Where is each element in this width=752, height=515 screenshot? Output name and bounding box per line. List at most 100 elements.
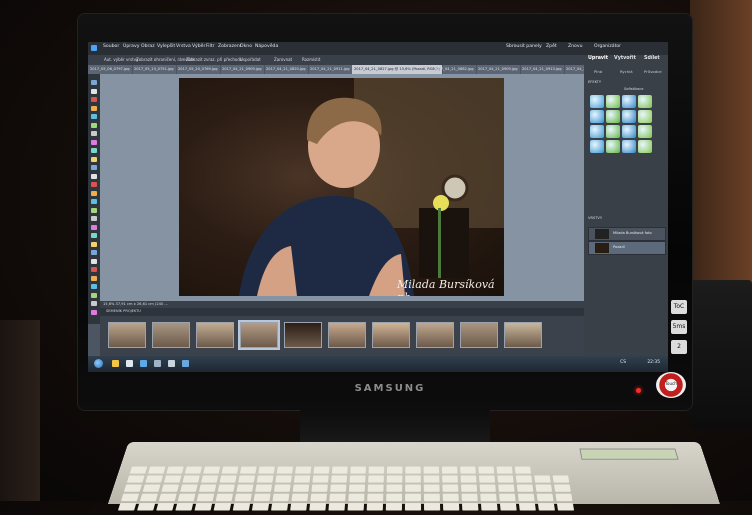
tool-icon[interactable] [91, 267, 97, 272]
tool-icon[interactable] [91, 182, 97, 187]
tool-icon[interactable] [91, 224, 97, 230]
file-tab[interactable]: 2017_04_21_0913.jpg [520, 65, 565, 74]
effect-thumbnail[interactable] [622, 110, 636, 123]
bin-thumbnail[interactable] [328, 322, 366, 348]
tool-icon[interactable] [91, 122, 97, 128]
menu-select[interactable]: Výběr [192, 44, 205, 49]
bin-thumbnail[interactable] [460, 322, 498, 348]
subtab-quick[interactable]: Rychlá [620, 69, 633, 74]
layer-background[interactable]: Pozadí [588, 241, 666, 255]
tool-icon[interactable] [91, 131, 97, 136]
tab-create[interactable]: Vytvořit [614, 56, 636, 61]
bin-thumbnail[interactable] [416, 322, 454, 348]
effect-thumbnail[interactable] [606, 110, 620, 123]
tool-icon[interactable] [91, 284, 97, 289]
effect-thumbnail[interactable] [590, 95, 604, 108]
bin-thumbnail[interactable] [196, 322, 234, 348]
effect-thumbnail[interactable] [638, 95, 652, 108]
tab-edit[interactable]: Upravit [588, 56, 608, 61]
tool-icon[interactable] [91, 216, 97, 221]
menu-panels[interactable]: Sbrousit panely [506, 44, 542, 49]
auto-select-option[interactable]: Aut. výběr vrstvy [104, 57, 138, 62]
tool-icon[interactable] [91, 258, 97, 264]
menu-file[interactable]: Soubor [103, 44, 119, 49]
tool-icon[interactable] [91, 275, 97, 281]
effects-dropdown[interactable]: Sofistikace [624, 87, 643, 91]
tool-icon[interactable] [91, 292, 97, 298]
effect-thumbnail[interactable] [638, 110, 652, 123]
effect-thumbnail[interactable] [606, 125, 620, 138]
tool-icon[interactable] [91, 139, 97, 145]
tool-icon[interactable] [91, 97, 97, 102]
tool-icon[interactable] [91, 309, 97, 315]
tool-icon[interactable] [91, 199, 97, 204]
menu-help[interactable]: Nápověda [255, 44, 278, 49]
effect-thumbnail[interactable] [590, 125, 604, 138]
tool-icon[interactable] [91, 241, 97, 247]
taskbar-app-icon[interactable] [154, 360, 161, 367]
menu-layer[interactable]: Vrstva [176, 44, 191, 49]
taskbar-app-icon[interactable] [126, 360, 133, 367]
file-tab[interactable]: 2017_04_21_0909.jpg [220, 65, 265, 74]
subtab-guided[interactable]: Průvodce [644, 69, 662, 74]
file-tab[interactable]: 2017_04_21_0909.jpg [476, 65, 521, 74]
distribute-option[interactable]: Rozmístit [302, 57, 321, 62]
taskbar-app-icon[interactable] [140, 360, 147, 367]
layer-text[interactable]: Milada Bursíková foto [588, 227, 666, 241]
effect-thumbnail[interactable] [638, 125, 652, 138]
tool-icon[interactable] [91, 114, 97, 119]
tab-share[interactable]: Sdílet [644, 56, 660, 61]
tool-icon[interactable] [91, 105, 97, 111]
menu-window[interactable]: Okno [240, 44, 252, 49]
bin-thumbnail[interactable] [372, 322, 410, 348]
arrange-option[interactable]: Uspořádat [240, 57, 261, 62]
tool-icon[interactable] [91, 156, 97, 162]
taskbar-app-icon[interactable] [182, 360, 189, 367]
tool-icon[interactable] [91, 190, 97, 196]
tool-icon[interactable] [91, 207, 97, 213]
effect-thumbnail[interactable] [606, 140, 620, 153]
file-tab[interactable]: 2017_05_13_0751.jpg [132, 65, 177, 74]
tool-icon[interactable] [91, 80, 97, 85]
bin-thumbnail[interactable] [238, 320, 280, 350]
menu-undo[interactable]: Zpět [546, 44, 557, 49]
bin-thumbnail[interactable] [152, 322, 190, 348]
portrait-photo[interactable]: Milada Bursíková ph. [179, 78, 504, 296]
bin-thumbnail[interactable] [284, 322, 322, 348]
tool-icon[interactable] [91, 88, 97, 94]
taskbar-app-icon[interactable] [168, 360, 175, 367]
effect-thumbnail[interactable] [622, 95, 636, 108]
effect-thumbnail[interactable] [606, 95, 620, 108]
menu-organizer[interactable]: Organizátor [594, 44, 621, 49]
language-indicator[interactable]: CS [620, 360, 626, 365]
tool-icon[interactable] [91, 301, 97, 306]
effect-thumbnail[interactable] [590, 140, 604, 153]
file-tab[interactable]: 2017_05_20_0769.jpg [176, 65, 221, 74]
bin-thumbnail[interactable] [504, 322, 542, 348]
tool-icon[interactable] [91, 165, 97, 170]
file-tab[interactable]: 2017_04_21_0820.jpg [264, 65, 309, 74]
taskbar-clock[interactable]: 22:35 [647, 360, 660, 365]
start-button-icon[interactable] [94, 359, 103, 368]
effect-thumbnail[interactable] [638, 140, 652, 153]
menu-edit[interactable]: Úpravy [123, 44, 139, 49]
show-highlight-option[interactable]: Zobrazit zvraz. při přechodu [186, 57, 242, 62]
bin-thumbnail[interactable] [108, 322, 146, 348]
subtab-full[interactable]: Plná [594, 69, 602, 74]
align-option[interactable]: Zarovnat [274, 57, 292, 62]
effect-thumbnail[interactable] [622, 125, 636, 138]
taskbar-app-icon[interactable] [112, 360, 119, 367]
effect-thumbnail[interactable] [590, 110, 604, 123]
file-tab[interactable]: 2017_04_21_0882.jpg [432, 65, 477, 74]
tool-icon[interactable] [91, 250, 97, 255]
file-tab[interactable]: 2017_04_21_0827.jpg @ 15,6% (Pozadí, RGB… [352, 65, 443, 74]
effect-thumbnail[interactable] [622, 140, 636, 153]
menu-enhance[interactable]: Vylepšit [157, 44, 175, 49]
file-tab[interactable]: 2017_05_06_0797.jpg [88, 65, 133, 74]
tool-icon[interactable] [91, 233, 97, 238]
menu-view[interactable]: Zobrazení [218, 44, 241, 49]
file-tab[interactable]: 2017_04_21_0911.jpg [308, 65, 353, 74]
menu-image[interactable]: Obraz [141, 44, 155, 49]
menu-redo[interactable]: Znovu [568, 44, 583, 49]
menu-filter[interactable]: Filtr [206, 44, 215, 49]
